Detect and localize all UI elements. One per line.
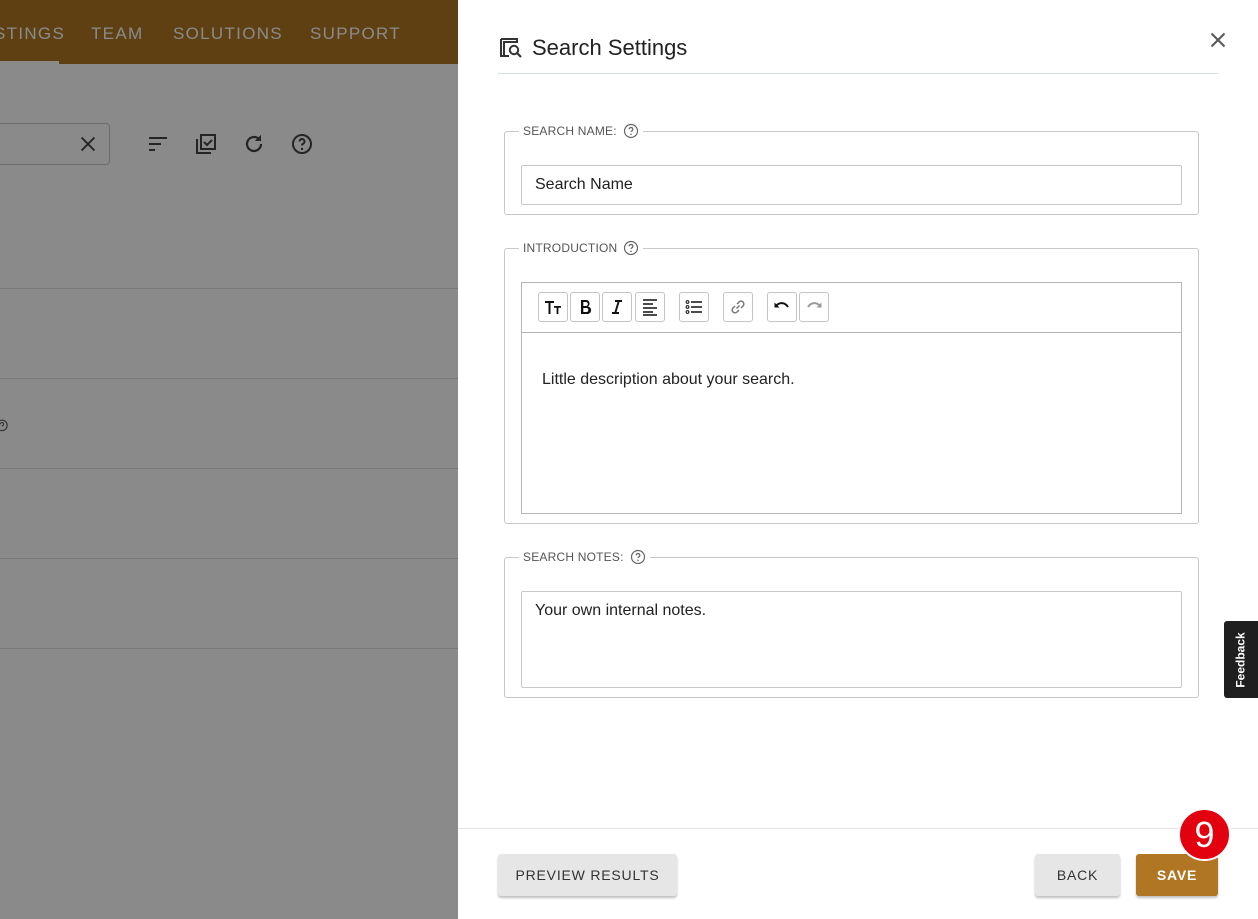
step-number-badge: 9 bbox=[1178, 808, 1231, 861]
align-button[interactable] bbox=[635, 292, 665, 322]
preview-results-button[interactable]: PREVIEW RESULTS bbox=[498, 854, 677, 896]
bold-icon bbox=[581, 299, 592, 315]
search-name-legend: SEARCH NAME: bbox=[519, 123, 643, 139]
italic-icon bbox=[612, 300, 622, 314]
link-icon bbox=[731, 300, 745, 314]
search-name-field[interactable]: Search Name bbox=[521, 165, 1182, 205]
close-icon[interactable] bbox=[1206, 28, 1230, 52]
bulleted-list-button[interactable] bbox=[679, 292, 709, 322]
redo-icon bbox=[807, 302, 822, 308]
search-notes-group: SEARCH NOTES: Your own internal notes. bbox=[504, 549, 1199, 698]
back-button[interactable]: BACK bbox=[1035, 854, 1120, 896]
italic-button[interactable] bbox=[602, 292, 632, 322]
link-button[interactable] bbox=[723, 292, 753, 322]
search-notes-label: SEARCH NOTES: bbox=[523, 550, 624, 564]
search-notes-legend: SEARCH NOTES: bbox=[519, 549, 650, 565]
modal-backdrop[interactable] bbox=[0, 0, 458, 919]
editor-toolbar bbox=[522, 283, 1181, 333]
feedback-label: Feedback bbox=[1234, 631, 1249, 688]
help-icon[interactable] bbox=[623, 123, 639, 139]
drawer-footer: PREVIEW RESULTS BACK SAVE bbox=[458, 828, 1258, 919]
background-app: STINGS TEAM SOLUTIONS SUPPORT bbox=[0, 0, 458, 919]
introduction-legend: INTRODUCTION bbox=[519, 240, 643, 256]
undo-button[interactable] bbox=[767, 292, 797, 322]
feedback-tab[interactable]: Feedback bbox=[1224, 621, 1258, 698]
search-notes-textarea[interactable]: Your own internal notes. bbox=[521, 591, 1182, 688]
introduction-group: INTRODUCTION Little description about yo… bbox=[504, 240, 1199, 524]
drawer-header: Search Settings bbox=[498, 28, 1218, 74]
text-size-button[interactable] bbox=[538, 292, 568, 322]
help-icon[interactable] bbox=[630, 549, 646, 565]
editor-content[interactable]: Little description about your search. bbox=[542, 371, 795, 389]
align-left-icon bbox=[643, 299, 657, 316]
search-name-label: SEARCH NAME: bbox=[523, 124, 617, 138]
search-settings-drawer: Search Settings SEARCH NAME: Search Name… bbox=[458, 0, 1258, 919]
help-icon[interactable] bbox=[623, 240, 639, 256]
bulleted-list-icon bbox=[685, 300, 702, 314]
bold-button[interactable] bbox=[570, 292, 600, 322]
search-name-group: SEARCH NAME: Search Name bbox=[504, 123, 1199, 215]
undo-icon bbox=[774, 302, 789, 308]
rich-text-editor: Little description about your search. bbox=[521, 282, 1182, 514]
introduction-label: INTRODUCTION bbox=[523, 241, 618, 255]
drawer-title: Search Settings bbox=[532, 35, 688, 60]
redo-button[interactable] bbox=[799, 292, 829, 322]
search-settings-icon bbox=[500, 38, 522, 58]
text-size-icon bbox=[545, 301, 561, 314]
